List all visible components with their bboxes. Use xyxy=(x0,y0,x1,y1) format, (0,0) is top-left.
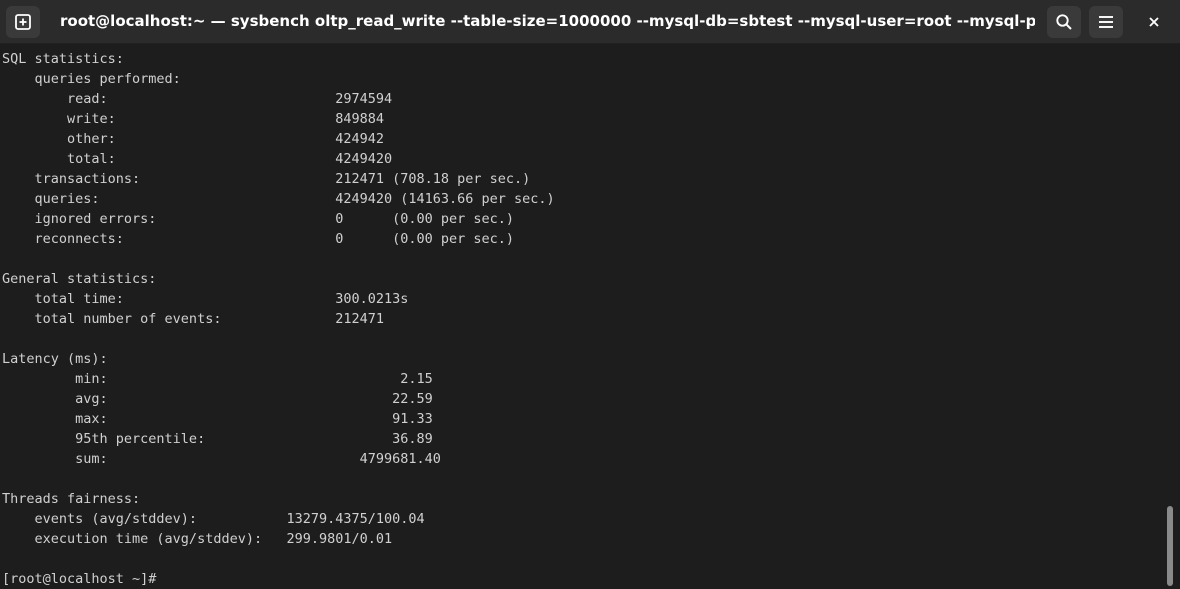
terminal-line: read: 2974594 xyxy=(2,91,393,107)
terminal-line: queries performed: xyxy=(2,71,181,87)
terminal-output[interactable]: SQL statistics: queries performed: read:… xyxy=(2,49,1162,589)
vertical-scrollbar[interactable] xyxy=(1162,44,1180,589)
terminal-line: SQL statistics: xyxy=(2,51,124,67)
terminal-line: total: 4249420 xyxy=(2,151,393,167)
terminal-line: min: 2.15 xyxy=(2,371,433,387)
header-bar: root@localhost:~ — sysbench oltp_read_wr… xyxy=(0,0,1180,44)
terminal-line: General statistics: xyxy=(2,271,157,287)
terminal-line: avg: 22.59 xyxy=(2,391,433,407)
hamburger-menu-icon xyxy=(1099,16,1113,28)
terminal-line: events (avg/stddev): 13279.4375/100.04 xyxy=(2,511,425,527)
new-tab-icon xyxy=(15,14,31,30)
terminal-line: total time: 300.0213s xyxy=(2,291,409,307)
search-button[interactable] xyxy=(1047,6,1081,38)
terminal-line: transactions: 212471 (708.18 per sec.) xyxy=(2,171,531,187)
shell-prompt: [root@localhost ~]# xyxy=(2,571,157,587)
close-button[interactable] xyxy=(1137,6,1171,38)
scrollbar-thumb[interactable] xyxy=(1167,506,1173,586)
terminal-line: execution time (avg/stddev): 299.9801/0.… xyxy=(2,531,393,547)
window-title: root@localhost:~ — sysbench oltp_read_wr… xyxy=(60,12,1035,30)
main-menu-button[interactable] xyxy=(1089,6,1123,38)
terminal-line: 95th percentile: 36.89 xyxy=(2,431,433,447)
terminal-line: other: 424942 xyxy=(2,131,385,147)
terminal-line: write: 849884 xyxy=(2,111,385,127)
terminal-line: queries: 4249420 (14163.66 per sec.) xyxy=(2,191,555,207)
terminal-line: Threads fairness: xyxy=(2,491,141,507)
close-icon xyxy=(1149,17,1159,27)
terminal-line: Latency (ms): xyxy=(2,351,108,367)
terminal-line: reconnects: 0 (0.00 per sec.) xyxy=(2,231,515,247)
terminal-window: root@localhost:~ — sysbench oltp_read_wr… xyxy=(0,0,1180,589)
search-icon xyxy=(1056,14,1072,30)
terminal-line: total number of events: 212471 xyxy=(2,311,385,327)
terminal-line: max: 91.33 xyxy=(2,411,433,427)
new-tab-button[interactable] xyxy=(6,6,40,38)
terminal-line: sum: 4799681.40 xyxy=(2,451,441,467)
terminal-line: ignored errors: 0 (0.00 per sec.) xyxy=(2,211,515,227)
